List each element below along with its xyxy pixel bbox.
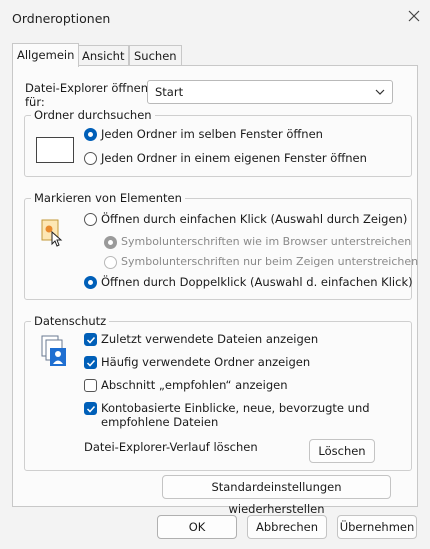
underline-hover-label[interactable]: Symbolunterschriften nur beim Zeigen unt… bbox=[121, 255, 418, 268]
single-click-radio[interactable] bbox=[84, 213, 97, 226]
cancel-button[interactable]: Abbrechen bbox=[247, 515, 327, 539]
frequent-folders-label[interactable]: Häufig verwendete Ordner anzeigen bbox=[101, 355, 310, 369]
privacy-group-title: Datenschutz bbox=[31, 314, 110, 328]
clear-history-button[interactable]: Löschen bbox=[309, 439, 375, 463]
explorer-open-value: Start bbox=[155, 85, 184, 99]
tab-ansicht[interactable]: Ansicht bbox=[77, 45, 130, 66]
explorer-open-select[interactable]: Start bbox=[147, 80, 393, 104]
explorer-open-label-1: Datei-Explorer öffnen bbox=[25, 81, 148, 95]
browse-group-title: Ordner durchsuchen bbox=[31, 108, 155, 122]
account-insights-label-2[interactable]: empfohlene Dateien bbox=[101, 415, 218, 429]
browse-same-window-label[interactable]: Jeden Ordner im selben Fenster öffnen bbox=[101, 127, 323, 141]
account-insights-checkbox[interactable] bbox=[84, 402, 97, 415]
window-title: Ordneroptionen bbox=[12, 11, 111, 26]
browse-same-window-radio[interactable] bbox=[84, 128, 97, 141]
pointer-hand-icon bbox=[40, 218, 66, 248]
frequent-folders-checkbox[interactable] bbox=[84, 356, 97, 369]
clear-history-label: Datei-Explorer-Verlauf löschen bbox=[84, 440, 258, 454]
recent-files-label[interactable]: Zuletzt verwendete Dateien anzeigen bbox=[101, 332, 318, 346]
underline-browser-radio[interactable] bbox=[104, 236, 117, 249]
close-icon[interactable] bbox=[404, 6, 424, 26]
recommended-label[interactable]: Abschnitt „empfohlen“ anzeigen bbox=[101, 378, 287, 392]
browse-new-window-label[interactable]: Jeden Ordner in einem eigenen Fenster öf… bbox=[101, 151, 367, 165]
recent-files-checkbox[interactable] bbox=[84, 333, 97, 346]
double-click-radio[interactable] bbox=[84, 276, 97, 289]
tab-allgemein[interactable]: Allgemein bbox=[12, 43, 80, 67]
explorer-open-label-2: für: bbox=[25, 95, 45, 109]
underline-browser-label[interactable]: Symbolunterschriften wie im Browser unte… bbox=[121, 235, 411, 248]
chevron-down-icon bbox=[375, 89, 385, 95]
account-insights-label-1[interactable]: Kontobasierte Einblicke, neue, bevorzugt… bbox=[101, 401, 370, 415]
single-click-label[interactable]: Öffnen durch einfachen Klick (Auswahl du… bbox=[101, 212, 407, 226]
click-items-group-title: Markieren von Elementen bbox=[31, 191, 185, 205]
underline-hover-radio[interactable] bbox=[104, 256, 117, 269]
window-illustration-icon bbox=[36, 137, 74, 163]
tab-suchen[interactable]: Suchen bbox=[129, 45, 182, 66]
browse-new-window-radio[interactable] bbox=[84, 152, 97, 165]
apply-button[interactable]: Übernehmen bbox=[337, 515, 417, 539]
browse-group bbox=[24, 115, 412, 177]
recommended-checkbox[interactable] bbox=[84, 379, 97, 392]
ok-button[interactable]: OK bbox=[157, 515, 237, 539]
privacy-files-icon bbox=[38, 334, 72, 368]
restore-defaults-button[interactable]: Standardeinstellungen wiederherstellen bbox=[162, 475, 391, 516]
double-click-label[interactable]: Öffnen durch Doppelklick (Auswahl d. ein… bbox=[101, 275, 413, 289]
